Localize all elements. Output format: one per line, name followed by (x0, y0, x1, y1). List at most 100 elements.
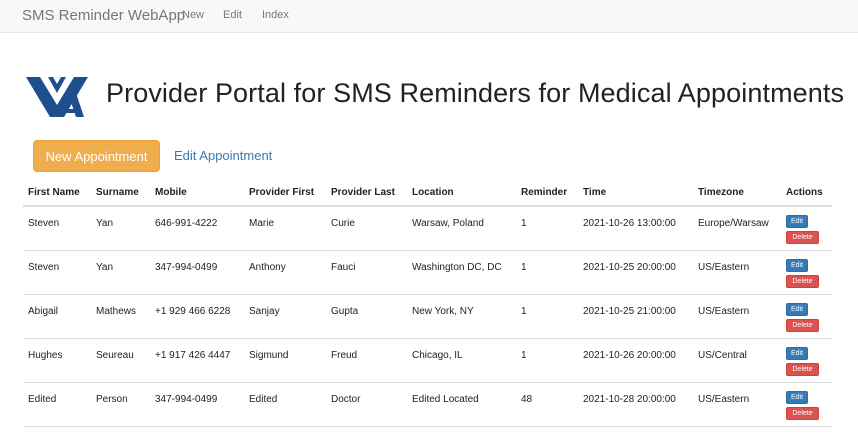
new-appointment-button[interactable]: New Appointment (33, 140, 160, 172)
cell-location: Warsaw, Poland (407, 206, 516, 251)
cell-timezone-text: US/Eastern (698, 261, 750, 273)
cell-surname-text: Person (96, 393, 128, 405)
table-row: Hughes Seureau +1 917 426 4447 Sigmund F… (23, 338, 832, 383)
row-delete-button[interactable]: Delete (786, 231, 819, 244)
row-edit-button[interactable]: Edit (786, 346, 808, 360)
cell-reminder-text: 1 (521, 261, 527, 273)
cell-time-text: 2021-10-28 20:00:00 (583, 393, 676, 405)
cell-mobile-text: +1 917 426 4447 (155, 349, 231, 361)
navbar-brand[interactable]: SMS Reminder WebApp (22, 7, 185, 24)
cell-timezone-text: US/Eastern (698, 305, 750, 317)
row-delete-button[interactable]: Delete (786, 318, 819, 332)
cell-surname-text: Seureau (96, 349, 134, 361)
nav-link-index[interactable]: Index (262, 9, 289, 21)
cell-reminder: 1 (516, 338, 578, 383)
cell-actions: Edit Delete (781, 338, 832, 383)
cell-time-text: 2021-10-25 20:00:00 (583, 261, 676, 273)
cell-time-text: 2021-10-25 21:00:00 (583, 305, 676, 317)
cell-reminder-text: 48 (521, 393, 533, 405)
row-delete-button[interactable]: Delete (786, 406, 819, 420)
cell-location-text: Chicago, IL (412, 349, 463, 361)
cell-provider-first-text: Marie (249, 217, 275, 229)
row-edit-button[interactable]: Edit (786, 215, 808, 228)
cell-mobile: 646-991-4222 (150, 206, 244, 251)
cell-timezone-text: Europe/Warsaw (698, 217, 769, 229)
top-navbar: SMS Reminder WebApp New Edit Index (0, 0, 858, 33)
cell-provider-last-text: Doctor (331, 393, 361, 405)
row-edit-button[interactable]: Edit (786, 302, 808, 316)
cell-timezone: US/Eastern (693, 382, 781, 427)
cell-surname-text: Yan (96, 261, 114, 273)
appointments-table: First Name Surname Mobile Provider First… (23, 180, 832, 427)
cell-timezone-text: US/Central (698, 349, 747, 361)
cell-time: 2021-10-25 21:00:00 (578, 294, 693, 339)
cell-provider-first: Sigmund (244, 338, 326, 383)
nav-link-new[interactable]: New (182, 9, 204, 21)
cell-provider-first: Anthony (244, 250, 326, 295)
row-delete-button[interactable]: Delete (786, 274, 819, 288)
cell-provider-last-text: Curie (331, 217, 355, 229)
cell-provider-last-text: Fauci (331, 261, 356, 273)
cell-provider-last: Gupta (326, 294, 407, 339)
cell-reminder: 48 (516, 382, 578, 427)
cell-first-name-text: Hughes (28, 349, 63, 361)
row-edit-button[interactable]: Edit (786, 390, 808, 404)
cell-timezone: US/Eastern (693, 294, 781, 339)
cell-reminder-text: 1 (521, 349, 527, 361)
cell-mobile-text: 347-994-0499 (155, 261, 218, 273)
table-row: Edited Person 347-994-0499 Edited Doctor… (23, 382, 832, 427)
cell-surname: Yan (91, 250, 150, 295)
cell-provider-last: Freud (326, 338, 407, 383)
cell-provider-first-text: Edited (249, 393, 278, 405)
cell-surname: Seureau (91, 338, 150, 383)
cell-mobile: 347-994-0499 (150, 382, 244, 427)
cell-reminder-text: 1 (521, 217, 527, 229)
cell-mobile-text: 646-991-4222 (155, 217, 218, 229)
header-provider-first: Provider First (244, 180, 326, 207)
cell-first-name: Steven (23, 206, 91, 251)
cell-location-text: New York, NY (412, 305, 474, 317)
cell-location-text: Washington DC, DC (412, 261, 502, 273)
cell-provider-last: Doctor (326, 382, 407, 427)
page-title: Provider Portal for SMS Reminders for Me… (106, 78, 845, 108)
cell-actions: Edit Delete (781, 382, 832, 427)
cell-first-name: Steven (23, 250, 91, 295)
cell-mobile: +1 929 466 6228 (150, 294, 244, 339)
header-time: Time (578, 180, 693, 207)
cell-first-name: Edited (23, 382, 91, 427)
cell-provider-first: Sanjay (244, 294, 326, 339)
nav-link-edit[interactable]: Edit (223, 9, 242, 21)
table-row: Steven Yan 646-991-4222 Marie Curie Wars… (23, 206, 832, 251)
cell-timezone: US/Eastern (693, 250, 781, 295)
header-surname: Surname (91, 180, 150, 207)
cell-provider-last: Curie (326, 206, 407, 251)
header-timezone: Timezone (693, 180, 781, 207)
cell-location: Chicago, IL (407, 338, 516, 383)
cell-provider-first-text: Anthony (249, 261, 286, 273)
header-provider-last: Provider Last (326, 180, 407, 207)
cell-time: 2021-10-26 20:00:00 (578, 338, 693, 383)
header-actions: Actions (781, 180, 832, 207)
cell-timezone: US/Central (693, 338, 781, 383)
cell-time: 2021-10-28 20:00:00 (578, 382, 693, 427)
cell-mobile: 347-994-0499 (150, 250, 244, 295)
cell-location: Washington DC, DC (407, 250, 516, 295)
cell-time-text: 2021-10-26 20:00:00 (583, 349, 676, 361)
row-edit-button[interactable]: Edit (786, 258, 808, 272)
cell-timezone: Europe/Warsaw (693, 206, 781, 251)
cell-provider-first-text: Sigmund (249, 349, 289, 361)
cell-mobile-text: 347-994-0499 (155, 393, 218, 405)
cell-reminder-text: 1 (521, 305, 527, 317)
table-row: Abigail Mathews +1 929 466 6228 Sanjay G… (23, 294, 832, 339)
cell-first-name-text: Abigail (28, 305, 59, 317)
cell-first-name-text: Steven (28, 217, 60, 229)
cell-provider-last-text: Freud (331, 349, 358, 361)
cell-time: 2021-10-26 13:00:00 (578, 206, 693, 251)
row-delete-button[interactable]: Delete (786, 362, 819, 376)
cell-provider-first: Marie (244, 206, 326, 251)
cell-mobile-text: +1 929 466 6228 (155, 305, 231, 317)
cell-provider-first: Edited (244, 382, 326, 427)
edit-appointment-link[interactable]: Edit Appointment (174, 148, 272, 163)
cell-actions: Edit Delete (781, 294, 832, 339)
va-logo-icon (26, 77, 88, 117)
